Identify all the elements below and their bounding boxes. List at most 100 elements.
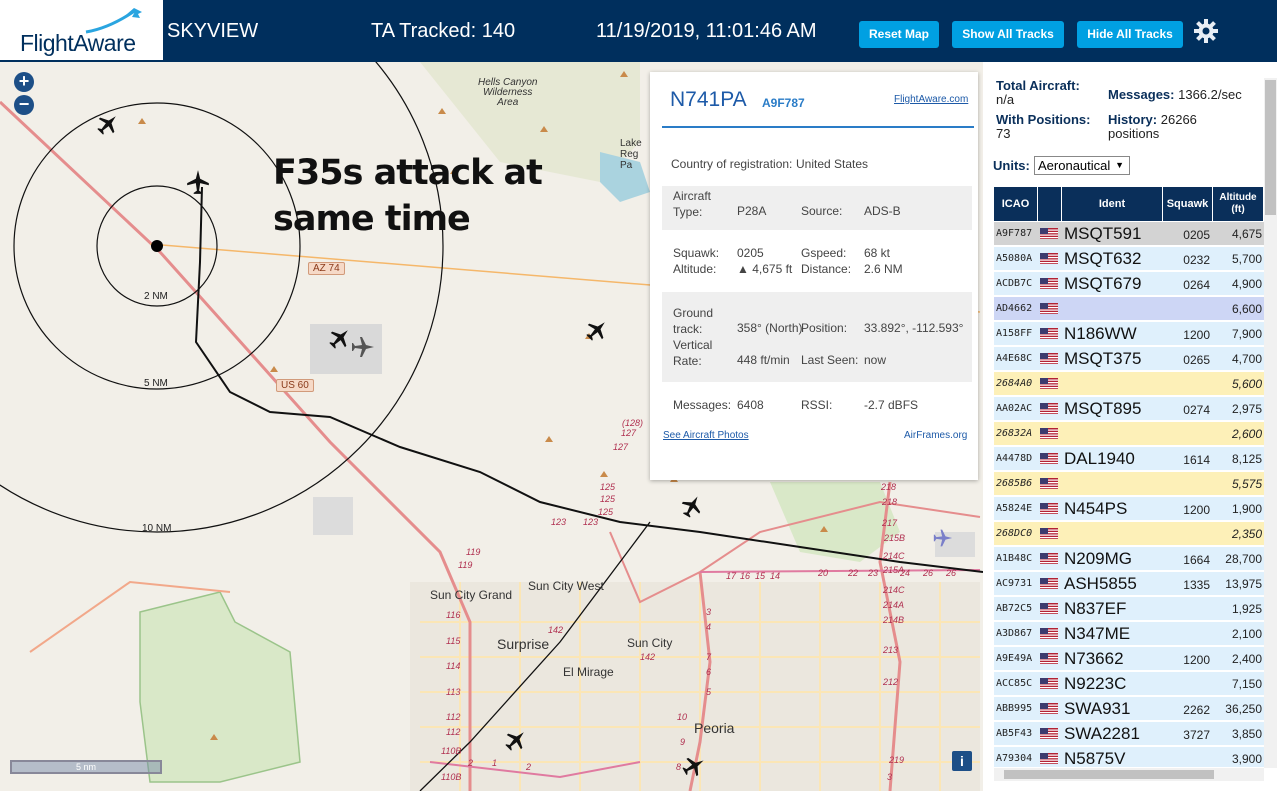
units-select[interactable]: Aeronautical ▼ <box>1034 156 1130 175</box>
col-ident[interactable]: Ident <box>1062 187 1163 221</box>
aircraft-icon[interactable] <box>96 112 120 136</box>
cell-icao: A4E68C <box>996 353 1033 364</box>
table-row[interactable]: ABB995 SWA931 2262 36,250 <box>994 697 1264 721</box>
table-row[interactable]: AA02AC MSQT895 0274 2,975 <box>994 397 1264 421</box>
us-flag-icon <box>1040 578 1058 589</box>
us-flag-icon <box>1040 428 1058 439</box>
place-label: Surprise <box>497 636 550 652</box>
hide-all-tracks-button[interactable]: Hide All Tracks <box>1077 21 1183 48</box>
aircraft-icon[interactable] <box>585 318 609 342</box>
with-positions: With Positions: 73 <box>996 113 1091 141</box>
table-row[interactable]: A9E49A N73662 1200 2,400 <box>994 647 1264 671</box>
vrate-label: Vertical Rate: <box>673 338 713 368</box>
zoom-out-button[interactable]: − <box>14 95 34 115</box>
cell-ident: ASH5855 <box>1064 574 1137 593</box>
cell-altitude: 4,700 <box>1231 352 1262 366</box>
cell-ident: MSQT375 <box>1064 349 1142 368</box>
col-altitude[interactable]: Altitude (ft) <box>1213 187 1264 221</box>
cell-altitude: 1,925 <box>1231 602 1262 616</box>
table-row[interactable]: A158FF N186WW 1200 7,900 <box>994 322 1264 346</box>
reset-map-button[interactable]: Reset Map <box>859 21 939 48</box>
cell-icao: 2685B6 <box>996 478 1033 489</box>
table-row[interactable]: A9F787 MSQT591 0205 4,675 <box>994 222 1264 246</box>
table-row[interactable]: A5824E N454PS 1200 1,900 <box>994 497 1264 521</box>
us-flag-icon <box>1040 328 1058 339</box>
aircraft-icon[interactable] <box>682 754 706 778</box>
road-number: 112 <box>446 727 461 737</box>
us-flag-icon <box>1040 678 1058 689</box>
road-number: 219 <box>889 755 905 765</box>
cell-ident: MSQT591 <box>1064 224 1142 243</box>
cell-altitude: 6,600 <box>1231 302 1262 316</box>
gspeed-value: 68 kt <box>864 246 891 260</box>
table-row[interactable]: 26832A 2,600 <box>994 422 1264 446</box>
col-icao[interactable]: ICAO <box>994 187 1038 221</box>
table-row[interactable]: AC9731 ASH5855 1335 13,975 <box>994 572 1264 596</box>
table-row[interactable]: A5080A MSQT632 0232 5,700 <box>994 247 1264 271</box>
col-flag[interactable] <box>1038 187 1062 221</box>
table-row[interactable]: 268DC0 2,350 <box>994 522 1264 546</box>
road-number: 127 <box>621 428 637 438</box>
aircraft-icon[interactable] <box>351 335 375 359</box>
ring-label-2nm: 2 NM <box>144 291 168 302</box>
type-label: Aircraft Type: <box>673 189 712 219</box>
table-row[interactable]: ACC85C N9223C 7,150 <box>994 672 1264 696</box>
us-flag-icon <box>1040 728 1058 739</box>
cell-altitude: 5,600 <box>1231 377 1262 391</box>
cell-icao: 2684A0 <box>996 378 1033 389</box>
table-row[interactable]: A4478D DAL1940 1614 8,125 <box>994 447 1264 471</box>
aircraft-icon[interactable] <box>504 728 528 752</box>
aircraft-icon[interactable] <box>328 326 352 350</box>
cell-altitude: 3,900 <box>1231 752 1262 766</box>
zoom-in-button[interactable]: + <box>14 72 34 92</box>
cell-ident: SWA2281 <box>1064 724 1140 743</box>
flightaware-link[interactable]: FlightAware.com <box>894 94 968 105</box>
table-row[interactable]: AD4662 6,600 <box>994 297 1264 321</box>
table-row[interactable]: A1B48C N209MG 1664 28,700 <box>994 547 1264 571</box>
source-label: Source: <box>801 204 843 218</box>
popup-icao: A9F787 <box>762 96 805 110</box>
with-positions-value: 73 <box>996 126 1011 141</box>
table-row[interactable]: 2685B6 5,575 <box>994 472 1264 496</box>
airframes-link[interactable]: AirFrames.org <box>904 430 967 441</box>
source-value: ADS-B <box>864 204 901 218</box>
chevron-down-icon: ▼ <box>1115 160 1124 170</box>
shield-us60: US 60 <box>276 379 314 392</box>
cell-icao: 26832A <box>996 428 1033 439</box>
aircraft-photos-link[interactable]: See Aircraft Photos <box>663 430 749 441</box>
table-row[interactable]: ACDB7C MSQT679 0264 4,900 <box>994 272 1264 296</box>
table-row[interactable]: AB5F43 SWA2281 3727 3,850 <box>994 722 1264 746</box>
cell-squawk: 0265 <box>1183 353 1210 367</box>
us-flag-icon <box>1040 353 1058 364</box>
road-number: 125 <box>600 494 616 504</box>
flightaware-logo[interactable]: FlightAware <box>0 0 163 62</box>
aircraft-icon[interactable] <box>185 169 211 195</box>
road-number: 2 <box>468 758 474 768</box>
horizontal-scroll-thumb[interactable] <box>1004 770 1214 779</box>
table-row[interactable]: A4E68C MSQT375 0265 4,700 <box>994 347 1264 371</box>
position-label: Position: <box>801 321 848 335</box>
road-number: 119 <box>458 560 473 570</box>
table-row[interactable]: 2684A0 5,600 <box>994 372 1264 396</box>
units-selected: Aeronautical <box>1038 158 1111 173</box>
table-row[interactable]: AB72C5 N837EF 1,925 <box>994 597 1264 621</box>
gear-icon[interactable] <box>1193 18 1219 44</box>
cell-ident: N5875V <box>1064 749 1126 767</box>
road-number: 123 <box>551 517 567 527</box>
cell-icao: ACC85C <box>996 678 1033 689</box>
vertical-scroll-thumb[interactable] <box>1265 80 1276 215</box>
road-number: 15 <box>755 571 766 581</box>
road-number: 5 <box>706 687 712 697</box>
info-button[interactable]: i <box>952 751 972 771</box>
cell-altitude: 4,900 <box>1231 277 1262 291</box>
table-row[interactable]: A79304 N5875V 3,900 <box>994 747 1264 767</box>
table-row[interactable]: A3D867 N347ME 2,100 <box>994 622 1264 646</box>
show-all-tracks-button[interactable]: Show All Tracks <box>952 21 1064 48</box>
aircraft-icon[interactable] <box>680 494 704 518</box>
us-flag-icon <box>1040 753 1058 764</box>
ring-label-5nm: 5 NM <box>144 378 168 389</box>
col-squawk[interactable]: Squawk <box>1163 187 1213 221</box>
cell-ident: N347ME <box>1064 624 1131 643</box>
cell-icao: A5824E <box>996 503 1033 514</box>
us-flag-icon <box>1040 278 1058 289</box>
